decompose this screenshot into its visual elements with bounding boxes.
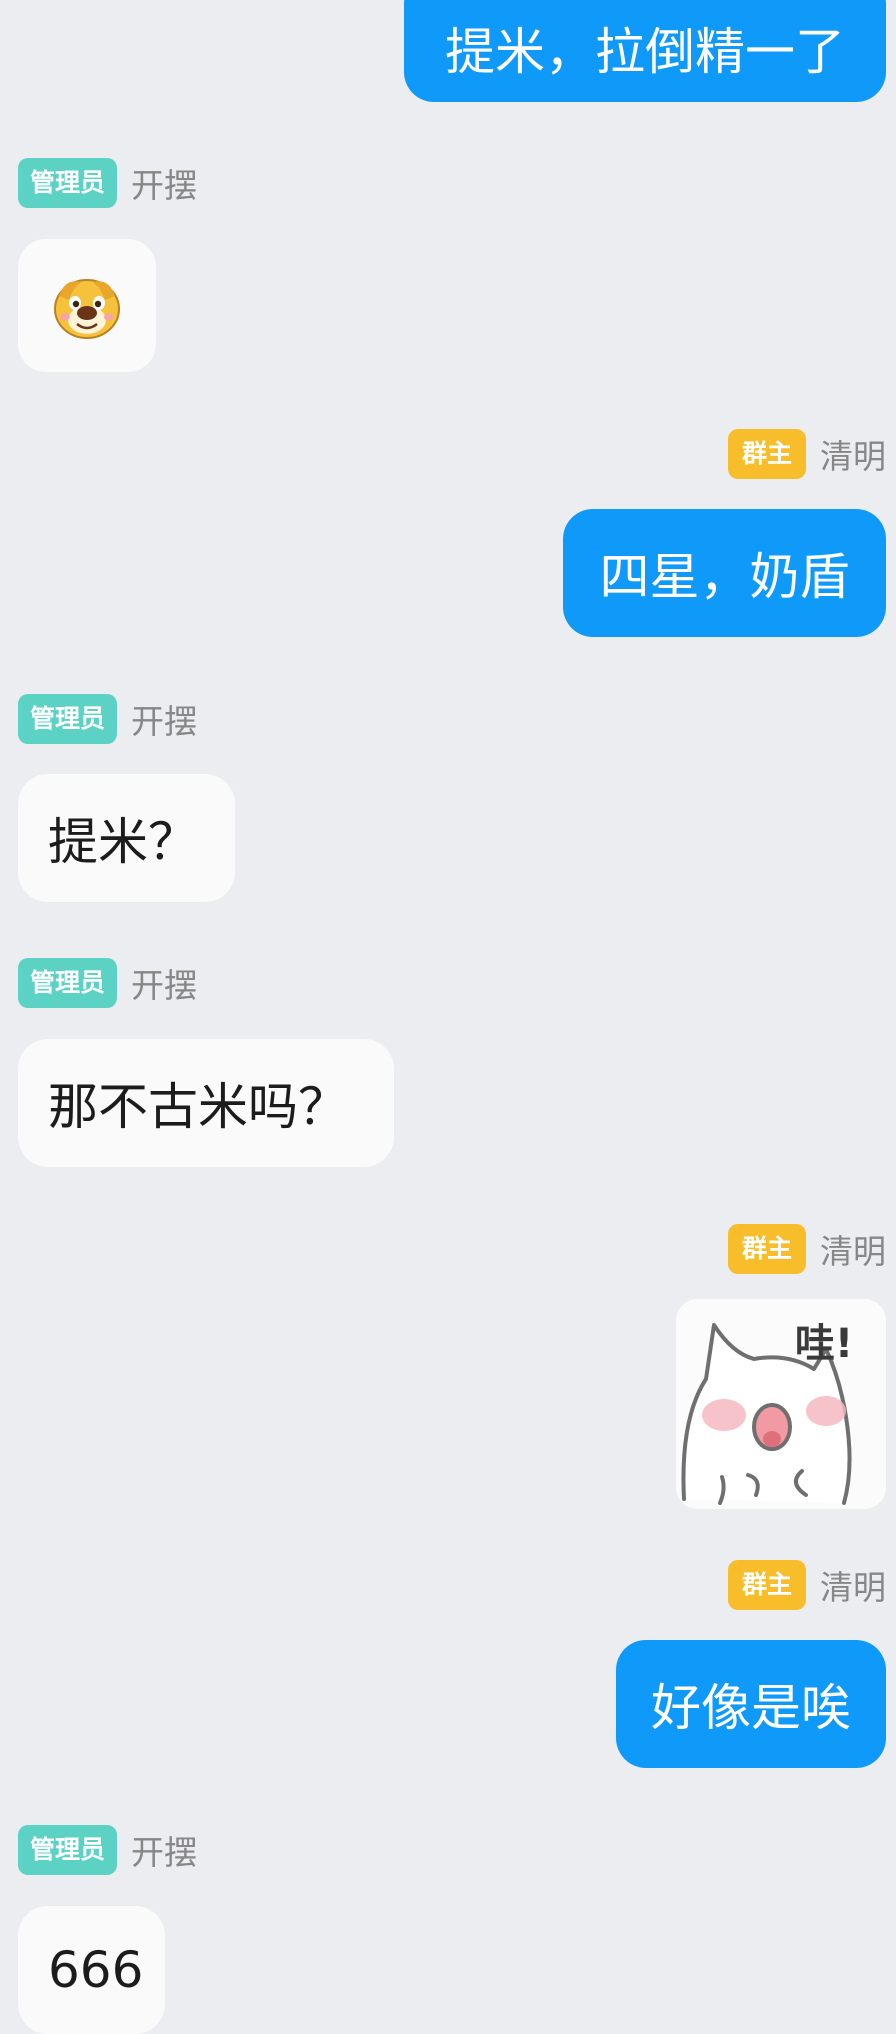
sender-row: 群主 清明 bbox=[727, 429, 886, 479]
sender-name[interactable]: 开摆 bbox=[131, 959, 197, 1007]
message-text: 提米？ bbox=[48, 813, 198, 871]
cat-wa-sticker-icon: 哇! bbox=[676, 1299, 886, 1509]
admin-badge: 管理员 bbox=[18, 158, 118, 208]
message-text: 提米，拉倒精一了 bbox=[445, 23, 845, 81]
owner-badge: 群主 bbox=[727, 1560, 806, 1610]
message-bubble-outgoing[interactable]: 四星，奶盾 bbox=[563, 509, 886, 637]
message-bubble-outgoing[interactable]: 好像是唉 bbox=[616, 1640, 886, 1768]
sticker-message[interactable]: 哇! bbox=[676, 1299, 886, 1509]
owner-badge: 群主 bbox=[727, 1224, 806, 1274]
sticker-message[interactable] bbox=[18, 239, 156, 372]
sender-name[interactable]: 清明 bbox=[820, 430, 886, 478]
sender-row: 管理员 开摆 bbox=[18, 958, 197, 1008]
sticker-text: 哇! bbox=[795, 1321, 853, 1367]
sender-row: 管理员 开摆 bbox=[18, 1825, 197, 1875]
sender-row: 群主 清明 bbox=[727, 1560, 886, 1610]
message-bubble-incoming[interactable]: 666 bbox=[18, 1906, 165, 2034]
message-bubble-outgoing[interactable]: 提米，拉倒精一了 bbox=[404, 0, 886, 102]
message-text: 好像是唉 bbox=[651, 1679, 851, 1737]
sender-row: 管理员 开摆 bbox=[18, 158, 197, 208]
sender-name[interactable]: 开摆 bbox=[131, 159, 197, 207]
message-bubble-incoming[interactable]: 那不古米吗？ bbox=[18, 1039, 394, 1167]
message-text: 四星，奶盾 bbox=[599, 548, 850, 606]
message-text: 那不古米吗？ bbox=[48, 1078, 348, 1136]
owner-badge: 群主 bbox=[727, 429, 806, 479]
admin-badge: 管理员 bbox=[18, 1825, 118, 1875]
admin-badge: 管理员 bbox=[18, 958, 118, 1008]
message-text: 666 bbox=[48, 1941, 144, 1999]
sender-name[interactable]: 清明 bbox=[820, 1225, 886, 1273]
sender-row: 群主 清明 bbox=[727, 1224, 886, 1274]
sender-name[interactable]: 开摆 bbox=[131, 1826, 197, 1874]
message-bubble-incoming[interactable]: 提米？ bbox=[18, 774, 235, 902]
dog-face-sticker-icon bbox=[54, 278, 120, 339]
sender-name[interactable]: 清明 bbox=[820, 1561, 886, 1609]
admin-badge: 管理员 bbox=[18, 694, 118, 744]
sender-row: 管理员 开摆 bbox=[18, 694, 197, 744]
sender-name[interactable]: 开摆 bbox=[131, 695, 197, 743]
